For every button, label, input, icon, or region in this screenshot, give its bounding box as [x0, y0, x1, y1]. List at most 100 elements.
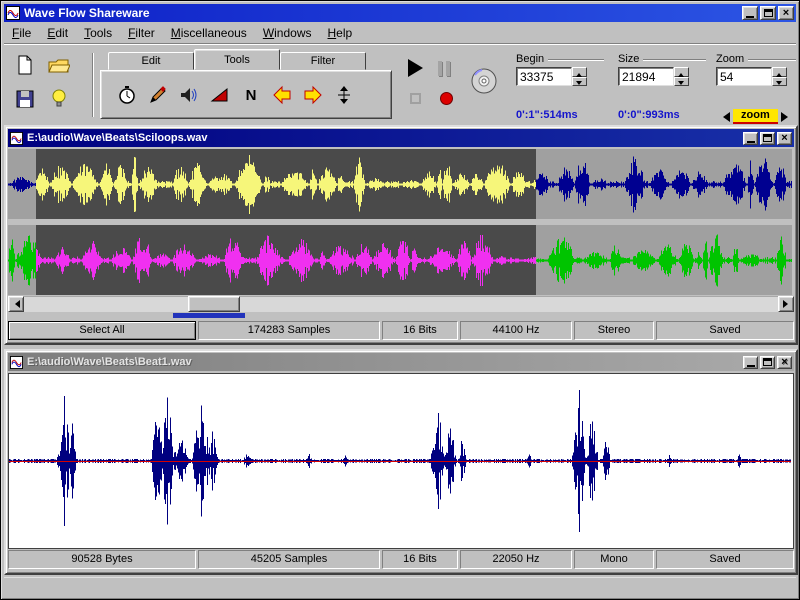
- pencil-tool-button[interactable]: [146, 82, 170, 108]
- arrow-right-icon: [303, 85, 323, 105]
- speaker-icon: [179, 85, 199, 105]
- bytes-cell: 90528 Bytes: [8, 550, 196, 569]
- wave-file-icon[interactable]: [10, 356, 23, 369]
- close-button[interactable]: ×: [777, 356, 792, 369]
- scrollbar-thumb[interactable]: [188, 296, 240, 312]
- size-field-group: Size 0':0":993ms: [618, 53, 706, 86]
- wave-window-beat1: E:\audio\Wave\Beats\Beat1.wav × 90528 By…: [4, 349, 798, 575]
- cd-player-button[interactable]: [470, 67, 498, 100]
- maximize-button[interactable]: [760, 6, 776, 20]
- fade-icon: [210, 85, 230, 105]
- tools-panel: N: [100, 70, 392, 119]
- pencil-icon: [148, 85, 168, 105]
- select-all-button[interactable]: Select All: [8, 321, 196, 340]
- save-button[interactable]: [12, 87, 38, 111]
- zoom-left-arrow-icon: [718, 112, 730, 122]
- menu-edit[interactable]: Edit: [39, 24, 76, 42]
- mono-waveform-display[interactable]: [8, 373, 794, 549]
- app-window: Wave Flow Shareware × File Edit Tools Fi…: [0, 0, 800, 600]
- pause-button[interactable]: [438, 61, 450, 76]
- lightbulb-icon: [51, 89, 67, 109]
- save-icon: [16, 90, 34, 108]
- fade-tool-button[interactable]: [208, 82, 232, 108]
- child1-titlebar[interactable]: E:\audio\Wave\Beats\Sciloops.wav ×: [8, 129, 794, 147]
- zoom-input[interactable]: [716, 67, 772, 86]
- amplitude-icon: [334, 85, 354, 105]
- record-button[interactable]: [440, 92, 453, 105]
- stopwatch-icon: [117, 85, 137, 105]
- wave-window-sciloops: E:\audio\Wave\Beats\Sciloops.wav × Selec…: [4, 125, 798, 345]
- stop-button[interactable]: [410, 93, 421, 104]
- maximize-icon: [763, 134, 772, 142]
- zoom-label: Zoom: [716, 53, 744, 65]
- svg-text:N: N: [246, 87, 257, 104]
- menu-file[interactable]: File: [4, 24, 39, 42]
- bits-cell: 16 Bits: [382, 321, 458, 340]
- tab-tools[interactable]: Tools: [194, 49, 280, 70]
- spinner-up-button[interactable]: [674, 67, 689, 77]
- size-input[interactable]: [618, 67, 674, 86]
- begin-input[interactable]: [516, 67, 572, 86]
- tab-edit[interactable]: Edit: [108, 52, 194, 70]
- maximize-icon: [764, 9, 773, 17]
- close-icon: ×: [781, 133, 787, 144]
- app-icon[interactable]: [6, 6, 20, 20]
- open-folder-icon: [48, 56, 70, 74]
- child1-statusbar: Select All 174283 Samples 16 Bits 44100 …: [8, 321, 794, 340]
- minimize-button[interactable]: [743, 356, 758, 369]
- shift-right-tool-button[interactable]: [301, 82, 325, 108]
- scroll-right-button[interactable]: [778, 296, 794, 312]
- menubar: File Edit Tools Filter Miscellaneous Win…: [4, 23, 796, 44]
- pause-icon: [446, 61, 450, 76]
- minimize-button[interactable]: [742, 6, 758, 20]
- menu-tools[interactable]: Tools: [76, 24, 120, 42]
- stereo-waveform-display[interactable]: [8, 149, 794, 295]
- tips-button[interactable]: [46, 87, 72, 111]
- stopwatch-tool-button[interactable]: [115, 82, 139, 108]
- cd-icon: [470, 67, 498, 95]
- normalize-tool-button[interactable]: N: [239, 82, 263, 108]
- close-icon: ×: [781, 357, 787, 368]
- wave-file-icon[interactable]: [10, 132, 23, 145]
- spinner-down-button[interactable]: [572, 77, 587, 87]
- close-button[interactable]: ×: [777, 132, 792, 145]
- spinner-up-button[interactable]: [772, 67, 787, 77]
- maximize-icon: [763, 358, 772, 366]
- app-titlebar[interactable]: Wave Flow Shareware ×: [4, 4, 796, 22]
- minimize-button[interactable]: [743, 132, 758, 145]
- horizontal-scrollbar[interactable]: [8, 296, 794, 312]
- zoom-field-group: Zoom zoom: [716, 53, 796, 86]
- maximize-button[interactable]: [760, 356, 775, 369]
- maximize-button[interactable]: [760, 132, 775, 145]
- menu-miscellaneous[interactable]: Miscellaneous: [163, 24, 255, 42]
- size-spinner: [674, 67, 689, 86]
- samplerate-cell: 22050 Hz: [460, 550, 572, 569]
- spinner-down-button[interactable]: [772, 77, 787, 87]
- samplerate-cell: 44100 Hz: [460, 321, 572, 340]
- window-title: Wave Flow Shareware: [24, 6, 738, 20]
- speaker-tool-button[interactable]: [177, 82, 201, 108]
- close-button[interactable]: ×: [778, 6, 794, 20]
- play-button[interactable]: [408, 59, 423, 77]
- tool-tab-control: Edit Tools Filter: [100, 49, 392, 119]
- menu-windows[interactable]: Windows: [255, 24, 320, 42]
- toolbar: Edit Tools Filter: [4, 45, 796, 125]
- tab-filter[interactable]: Filter: [280, 52, 366, 70]
- begin-time-label: 0':1":514ms: [516, 109, 578, 121]
- size-label: Size: [618, 53, 639, 65]
- menu-help[interactable]: Help: [320, 24, 361, 42]
- new-file-button[interactable]: [12, 53, 38, 77]
- spinner-up-button[interactable]: [572, 67, 587, 77]
- pause-icon: [438, 61, 442, 76]
- child2-title: E:\audio\Wave\Beats\Beat1.wav: [27, 356, 739, 368]
- amplitude-tool-button[interactable]: [332, 82, 356, 108]
- new-file-icon: [16, 55, 34, 75]
- spinner-down-button[interactable]: [674, 77, 689, 87]
- open-file-button[interactable]: [46, 53, 72, 77]
- position-indicator-row: [8, 313, 794, 320]
- shift-left-tool-button[interactable]: [270, 82, 294, 108]
- child2-titlebar[interactable]: E:\audio\Wave\Beats\Beat1.wav ×: [8, 353, 794, 371]
- mdi-background: [4, 577, 796, 598]
- menu-filter[interactable]: Filter: [120, 24, 163, 42]
- scroll-left-button[interactable]: [8, 296, 24, 312]
